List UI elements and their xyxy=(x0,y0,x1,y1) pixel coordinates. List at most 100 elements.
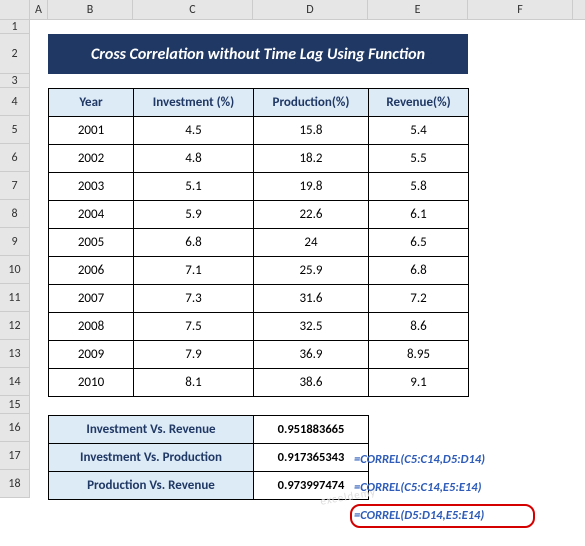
col-header-F[interactable]: F xyxy=(468,0,573,19)
table-header-row: Year Investment (%) Production(%) Revenu… xyxy=(49,89,469,117)
cell-inv[interactable]: 5.9 xyxy=(134,201,254,229)
cell-prod[interactable]: 15.8 xyxy=(254,117,369,145)
cell-prod[interactable]: 32.5 xyxy=(254,313,369,341)
table-row: 20108.138.69.1 xyxy=(49,369,469,397)
cell-prod[interactable]: 22.6 xyxy=(254,201,369,229)
cell-inv[interactable]: 8.1 xyxy=(134,369,254,397)
cell-prod[interactable]: 31.6 xyxy=(254,285,369,313)
cell-year[interactable]: 2002 xyxy=(49,145,134,173)
row-header-9[interactable]: 9 xyxy=(0,228,30,256)
cell-rev[interactable]: 6.1 xyxy=(369,201,469,229)
page-title: Cross Correlation without Time Lag Using… xyxy=(48,34,468,74)
row-header-13[interactable]: 13 xyxy=(0,340,30,368)
header-year[interactable]: Year xyxy=(49,89,134,117)
cell-year[interactable]: 2005 xyxy=(49,229,134,257)
cell-year[interactable]: 2007 xyxy=(49,285,134,313)
corr-value[interactable]: 0.951883665 xyxy=(254,416,369,444)
header-production[interactable]: Production(%) xyxy=(254,89,369,117)
table-row: 20087.532.58.6 xyxy=(49,313,469,341)
column-headers: A B C D E F xyxy=(0,0,585,20)
cell-rev[interactable]: 9.1 xyxy=(369,369,469,397)
col-header-A[interactable]: A xyxy=(30,0,48,19)
cell-year[interactable]: 2008 xyxy=(49,313,134,341)
data-table: Year Investment (%) Production(%) Revenu… xyxy=(48,88,469,397)
row-headers: 1 2 3 4 5 6 7 8 9 10 11 12 13 14 15 16 1… xyxy=(0,20,30,498)
row-header-8[interactable]: 8 xyxy=(0,200,30,228)
cell-rev[interactable]: 5.4 xyxy=(369,117,469,145)
row-header-18[interactable]: 18 xyxy=(0,470,30,498)
cell-year[interactable]: 2004 xyxy=(49,201,134,229)
cell-inv[interactable]: 4.8 xyxy=(134,145,254,173)
cell-year[interactable]: 2010 xyxy=(49,369,134,397)
col-header-C[interactable]: C xyxy=(133,0,253,19)
corr-value[interactable]: 0.973997474 xyxy=(254,472,369,500)
cell-rev[interactable]: 6.8 xyxy=(369,257,469,285)
table-row: 20045.922.66.1 xyxy=(49,201,469,229)
row-header-11[interactable]: 11 xyxy=(0,284,30,312)
cell-rev[interactable]: 6.5 xyxy=(369,229,469,257)
formula-column: =CORREL(C5:C14,D5:D14) =CORREL(C5:C14,E5… xyxy=(354,446,485,530)
table-row: 20077.331.67.2 xyxy=(49,285,469,313)
cell-prod[interactable]: 25.9 xyxy=(254,257,369,285)
row-header-15[interactable]: 15 xyxy=(0,396,30,414)
corr-row: Investment Vs. Revenue0.951883665 xyxy=(49,416,369,444)
row-header-6[interactable]: 6 xyxy=(0,144,30,172)
cell-rev[interactable]: 8.6 xyxy=(369,313,469,341)
table-row: 20014.515.85.4 xyxy=(49,117,469,145)
formula-inv-rev[interactable]: =CORREL(C5:C14,D5:D14) xyxy=(354,446,485,474)
row-header-2[interactable]: 2 xyxy=(0,34,30,74)
row-header-14[interactable]: 14 xyxy=(0,368,30,396)
formula-inv-prod[interactable]: =CORREL(C5:C14,E5:E14) xyxy=(354,474,485,502)
corr-label[interactable]: Production Vs. Revenue xyxy=(49,472,254,500)
table-row: 20097.936.98.95 xyxy=(49,341,469,369)
col-header-D[interactable]: D xyxy=(253,0,368,19)
cell-prod[interactable]: 24 xyxy=(254,229,369,257)
row-header-1[interactable]: 1 xyxy=(0,20,30,34)
header-revenue[interactable]: Revenue(%) xyxy=(369,89,469,117)
cell-prod[interactable]: 38.6 xyxy=(254,369,369,397)
col-header-gutter xyxy=(0,0,30,19)
cell-year[interactable]: 2009 xyxy=(49,341,134,369)
cell-inv[interactable]: 4.5 xyxy=(134,117,254,145)
spreadsheet: A B C D E F 1 2 3 4 5 6 7 8 9 10 11 12 1… xyxy=(0,0,585,546)
table-row: 20035.119.85.8 xyxy=(49,173,469,201)
row-header-5[interactable]: 5 xyxy=(0,116,30,144)
cell-inv[interactable]: 7.9 xyxy=(134,341,254,369)
cell-rev[interactable]: 7.2 xyxy=(369,285,469,313)
col-header-E[interactable]: E xyxy=(368,0,468,19)
table-row: 20024.818.25.5 xyxy=(49,145,469,173)
cell-year[interactable]: 2001 xyxy=(49,117,134,145)
row-header-16[interactable]: 16 xyxy=(0,414,30,442)
cell-inv[interactable]: 6.8 xyxy=(134,229,254,257)
cell-inv[interactable]: 7.5 xyxy=(134,313,254,341)
table-row: 20056.8246.5 xyxy=(49,229,469,257)
row-header-7[interactable]: 7 xyxy=(0,172,30,200)
content-area: Cross Correlation without Time Lag Using… xyxy=(30,20,469,500)
corr-label[interactable]: Investment Vs. Revenue xyxy=(49,416,254,444)
cell-prod[interactable]: 36.9 xyxy=(254,341,369,369)
cell-inv[interactable]: 7.3 xyxy=(134,285,254,313)
correlation-table: Investment Vs. Revenue0.951883665Investm… xyxy=(48,415,369,500)
corr-value[interactable]: 0.917365343 xyxy=(254,444,369,472)
cell-rev[interactable]: 8.95 xyxy=(369,341,469,369)
corr-row: Production Vs. Revenue0.973997474 xyxy=(49,472,369,500)
col-header-B[interactable]: B xyxy=(48,0,133,19)
row-header-4[interactable]: 4 xyxy=(0,88,30,116)
cell-inv[interactable]: 5.1 xyxy=(134,173,254,201)
cell-prod[interactable]: 18.2 xyxy=(254,145,369,173)
formula-prod-rev[interactable]: =CORREL(D5:D14,E5:E14) xyxy=(354,502,485,530)
row-header-3[interactable]: 3 xyxy=(0,74,30,88)
cell-year[interactable]: 2006 xyxy=(49,257,134,285)
cell-rev[interactable]: 5.5 xyxy=(369,145,469,173)
header-investment[interactable]: Investment (%) xyxy=(134,89,254,117)
table-row: 20067.125.96.8 xyxy=(49,257,469,285)
corr-label[interactable]: Investment Vs. Production xyxy=(49,444,254,472)
cell-year[interactable]: 2003 xyxy=(49,173,134,201)
row-header-12[interactable]: 12 xyxy=(0,312,30,340)
cell-rev[interactable]: 5.8 xyxy=(369,173,469,201)
row-header-10[interactable]: 10 xyxy=(0,256,30,284)
corr-row: Investment Vs. Production0.917365343 xyxy=(49,444,369,472)
cell-prod[interactable]: 19.8 xyxy=(254,173,369,201)
row-header-17[interactable]: 17 xyxy=(0,442,30,470)
cell-inv[interactable]: 7.1 xyxy=(134,257,254,285)
